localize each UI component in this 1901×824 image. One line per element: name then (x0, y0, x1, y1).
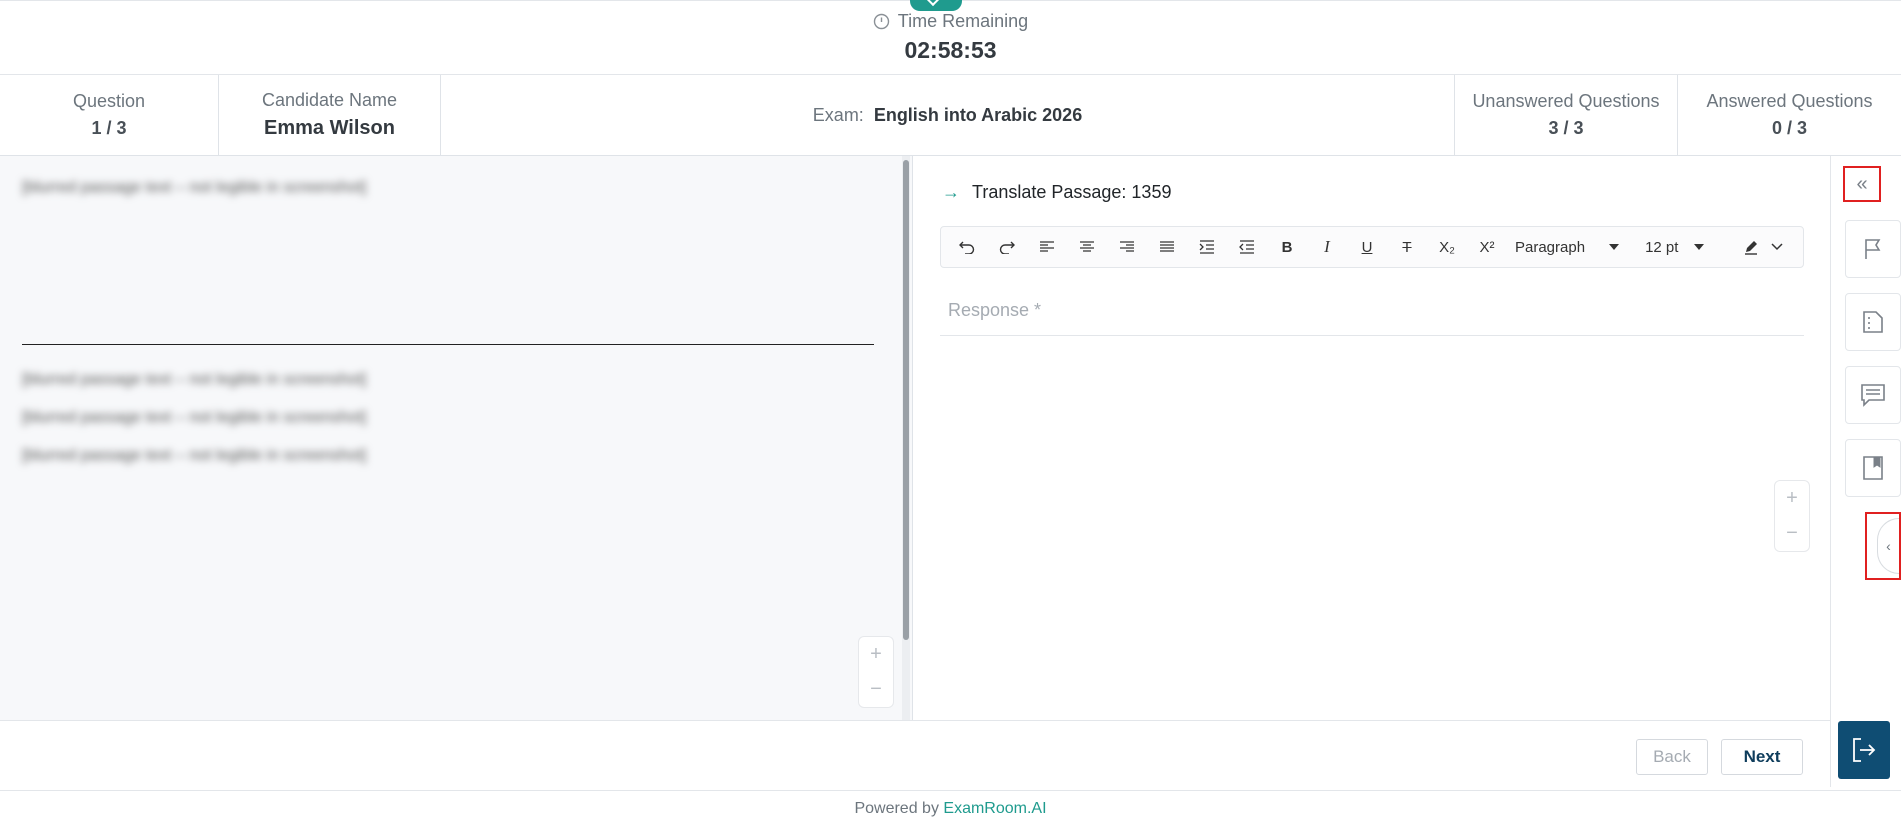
comment-icon (1861, 384, 1885, 407)
passage-paragraph: [blurred passage text – not legible in s… (22, 179, 367, 196)
align-right-icon (1120, 241, 1134, 252)
passage-paragraph: [blurred passage text – not legible in s… (22, 447, 367, 464)
task-title: → Translate Passage: 1359 (942, 182, 1171, 203)
candidate-info: Candidate Name Emma Wilson (219, 75, 441, 155)
side-panel-toggle[interactable]: ‹ (1865, 512, 1901, 580)
timer-bar: Time Remaining 02:58:53 (0, 0, 1901, 75)
zoom-in-button[interactable]: + (870, 643, 882, 666)
font-size-value: 12 pt (1645, 238, 1679, 256)
unanswered-label: Unanswered Questions (1472, 91, 1660, 111)
answered-counter: Answered Questions 0 / 3 (1678, 75, 1901, 155)
undo-icon (959, 241, 975, 254)
zoom-out-button[interactable]: − (870, 678, 882, 701)
outdent-icon (1239, 240, 1254, 254)
unanswered-counter: Unanswered Questions 3 / 3 (1455, 75, 1678, 155)
subscript-button[interactable]: X₂ (1427, 230, 1467, 264)
comment-button[interactable] (1845, 366, 1901, 424)
exam-label: Exam: (812, 104, 864, 125)
answered-value: 0 / 3 (1771, 118, 1808, 138)
zoom-out-button[interactable]: − (1786, 522, 1798, 545)
text-color-button[interactable] (1736, 230, 1766, 264)
undo-button[interactable] (947, 230, 987, 264)
justify-button[interactable] (1147, 230, 1187, 264)
flag-icon (1865, 239, 1881, 259)
timer-label-row: Time Remaining (0, 11, 1901, 32)
chevron-down-icon (1771, 243, 1783, 251)
question-value: 1 / 3 (91, 118, 127, 138)
redo-button[interactable] (987, 230, 1027, 264)
superscript-button[interactable]: X² (1467, 230, 1507, 264)
indent-button[interactable] (1187, 230, 1227, 264)
source-passage-panel[interactable]: [blurred passage text – not legible in s… (0, 156, 913, 720)
passage-scrollbar-thumb[interactable] (903, 160, 909, 640)
passage-zoom-controls: + − (858, 636, 894, 708)
unanswered-value: 3 / 3 (1548, 118, 1584, 138)
chevron-down-icon (925, 0, 941, 7)
strikethrough-button[interactable]: T (1387, 230, 1427, 264)
notes-page-icon (1863, 311, 1883, 333)
font-size-select[interactable]: 12 pt (1637, 230, 1712, 264)
tool-rail: « ‹ (1830, 156, 1901, 787)
chevron-left-icon: ‹ (1877, 518, 1899, 574)
caret-down-icon (1609, 244, 1620, 250)
underline-button[interactable]: U (1347, 230, 1387, 264)
question-navigation: Back Next (0, 720, 1830, 790)
align-center-button[interactable] (1067, 230, 1107, 264)
answered-label: Answered Questions (1706, 91, 1873, 111)
arrow-right-icon: → (942, 182, 960, 202)
editor-zoom-controls: + − (1774, 480, 1810, 552)
passage-divider (22, 344, 874, 345)
response-editor-panel: → Translate Passage: 1359 B I U T X₂ X² … (914, 156, 1830, 720)
passage-text-blurred: [blurred passage text – not legible in s… (22, 176, 874, 214)
passage-paragraph: [blurred passage text – not legible in s… (22, 409, 367, 426)
flag-button[interactable] (1845, 220, 1901, 278)
bold-button[interactable]: B (1267, 230, 1307, 264)
italic-button[interactable]: I (1307, 230, 1347, 264)
footer-prefix: Powered by (854, 800, 944, 817)
justify-icon (1160, 241, 1174, 252)
indent-icon (1199, 240, 1214, 254)
passage-paragraph: [blurred passage text – not legible in s… (22, 371, 367, 388)
caret-down-icon (1694, 244, 1705, 250)
align-left-icon (1040, 241, 1054, 252)
align-left-button[interactable] (1027, 230, 1067, 264)
back-button[interactable]: Back (1636, 739, 1708, 775)
align-center-icon (1080, 241, 1094, 252)
question-label: Question (72, 91, 146, 111)
timer-collapse-tab[interactable] (910, 0, 962, 11)
timer-label: Time Remaining (897, 11, 1029, 31)
bookmark-button[interactable] (1845, 439, 1901, 497)
task-title-text: Translate Passage: 1359 (972, 182, 1172, 202)
text-color-dropdown[interactable] (1766, 230, 1788, 264)
candidate-name: Emma Wilson (264, 117, 395, 139)
pen-icon (1745, 241, 1758, 255)
exam-name: English into Arabic 2026 (873, 104, 1083, 125)
collapse-panel-button[interactable]: « (1843, 166, 1881, 202)
block-format-value: Paragraph (1515, 238, 1586, 256)
outdent-button[interactable] (1227, 230, 1267, 264)
redo-icon (999, 241, 1015, 254)
candidate-label: Candidate Name (261, 90, 398, 110)
block-format-select[interactable]: Paragraph (1507, 230, 1627, 264)
exit-exam-button[interactable] (1838, 721, 1890, 779)
exam-info: Exam: English into Arabic 2026 (441, 75, 1455, 155)
editor-toolbar: B I U T X₂ X² Paragraph 12 pt (940, 226, 1804, 268)
passage-text-blurred-body: [blurred passage text – not legible in s… (22, 368, 874, 482)
timer-value: 02:58:53 (904, 37, 997, 63)
exit-icon (1853, 738, 1876, 762)
exam-info-bar: Question 1 / 3 Candidate Name Emma Wilso… (0, 75, 1901, 156)
align-right-button[interactable] (1107, 230, 1147, 264)
response-textarea[interactable]: Response * (940, 292, 1804, 336)
question-counter: Question 1 / 3 (0, 75, 219, 155)
footer: Powered by ExamRoom.AI (0, 790, 1901, 824)
next-button[interactable]: Next (1721, 739, 1803, 775)
bookmark-icon (1863, 456, 1883, 480)
clock-icon (873, 13, 889, 30)
footer-brand-link[interactable]: ExamRoom.AI (943, 800, 1046, 817)
zoom-in-button[interactable]: + (1786, 487, 1798, 510)
notes-page-button[interactable] (1845, 293, 1901, 351)
